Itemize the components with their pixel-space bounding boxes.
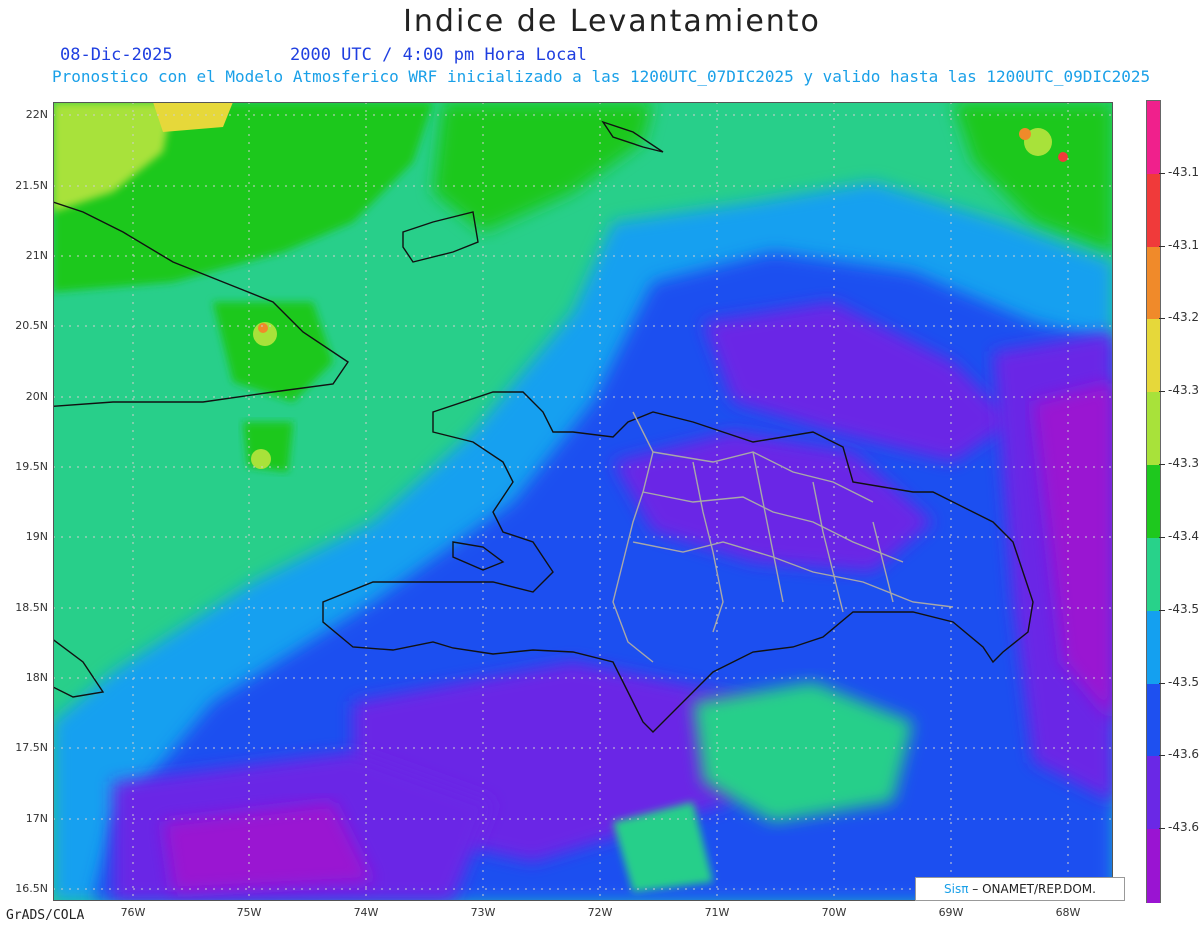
color-legend-label: -43.2 [1168,310,1200,325]
y-tick-label: 21N [25,249,48,262]
color-legend-swatch [1147,610,1160,685]
color-legend-swatch [1147,101,1160,175]
field-orange-cuba [258,323,268,333]
color-legend-tick [1159,464,1165,466]
color-legend-label: -43.5 [1168,601,1200,616]
y-tick-label: 20N [25,390,48,403]
x-tick-label: 71W [704,906,730,919]
color-legend-tick [1159,609,1165,611]
color-legend-tick [1159,755,1165,757]
color-legend-label: -43.3 [1168,383,1200,398]
field-red-ne [1058,152,1068,162]
color-legend-label: -43.6 [1168,747,1200,762]
color-legend-tick [1159,536,1165,538]
color-legend-tick [1159,172,1165,174]
color-legend-swatch [1147,829,1160,903]
credit-box: Sisπ – ONAMET/REP.DOM. [915,877,1125,901]
y-tick-label: 22N [25,108,48,121]
color-legend-label: -43.1 [1168,237,1200,252]
forecast-date: 08-Dic-2025 [60,45,173,65]
x-tick-label: 75W [236,906,262,919]
color-legend-swatch [1147,683,1160,758]
x-tick-label: 73W [470,906,496,919]
y-tick-label: 17.5N [15,741,48,754]
color-legend-label: -43.3 [1168,456,1200,471]
color-legend-tick [1159,318,1165,320]
color-legend-swatch [1147,246,1160,321]
x-tick-label: 74W [353,906,379,919]
y-tick-label: 18.5N [15,601,48,614]
color-legend-swatch [1147,465,1160,539]
y-tick-label: 21.5N [15,179,48,192]
color-legend-tick [1159,391,1165,393]
color-legend-swatch [1147,392,1160,467]
map-title: Indice de Levantamiento [403,4,821,39]
y-tick-label: 16.5N [15,882,48,895]
color-legend-label: -43.6 [1168,820,1200,835]
x-tick-label: 72W [587,906,613,919]
color-legend-tick [1159,828,1165,830]
y-tick-label: 17N [25,812,48,825]
field-lime-w1 [251,449,271,469]
forecast-subtitle: Pronostico con el Modelo Atmosferico WRF… [52,67,1151,86]
color-legend-swatch [1147,756,1160,831]
x-tick-label: 68W [1055,906,1081,919]
color-legend-label: -43.1 [1168,164,1200,179]
grads-footer: GrADS/COLA [6,908,85,923]
map-field-svg [53,102,1113,901]
color-legend-bar [1146,100,1161,903]
forecast-time: 2000 UTC / 4:00 pm Hora Local [290,45,587,65]
credit-text: – ONAMET/REP.DOM. [968,882,1096,896]
x-tick-label: 76W [120,906,146,919]
credit-brand: Sisπ [944,882,969,896]
x-tick-label: 70W [821,906,847,919]
color-legend-swatch [1147,537,1160,612]
y-tick-label: 19.5N [15,460,48,473]
color-legend-tick [1159,245,1165,247]
field-orange-ne [1019,128,1031,140]
color-legend-label: -43.5 [1168,674,1200,689]
color-legend-swatch [1147,319,1160,394]
color-legend-tick [1159,682,1165,684]
y-tick-label: 18N [25,671,48,684]
color-legend-swatch [1147,173,1160,248]
lifted-index-map [53,102,1113,901]
y-tick-label: 19N [25,530,48,543]
y-tick-label: 20.5N [15,319,48,332]
color-legend-label: -43.4 [1168,528,1200,543]
x-tick-label: 69W [938,906,964,919]
